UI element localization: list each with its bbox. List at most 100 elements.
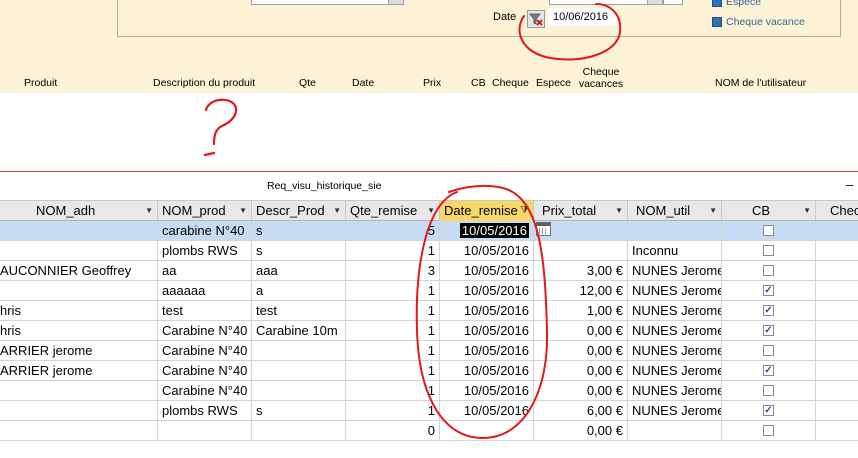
cell-cb[interactable] — [722, 261, 816, 280]
dropdown-arrow-icon[interactable]: ▼ — [333, 201, 341, 221]
cell-nom-prod[interactable]: Carabine N°40 — [158, 321, 252, 340]
checked-checkbox-icon[interactable]: ✓ — [763, 365, 774, 377]
cell-nom-util[interactable]: NUNES Jerome — [628, 381, 722, 400]
cell-qte[interactable]: 1 — [346, 401, 440, 420]
dropdown-arrow-icon[interactable]: ▼ — [239, 201, 247, 221]
cell-chq[interactable] — [816, 301, 858, 320]
cell-nom-prod[interactable]: test — [158, 301, 252, 320]
cell-chq[interactable] — [816, 401, 858, 420]
header-cb[interactable]: CB ▼ — [722, 201, 816, 221]
cell-date[interactable]: 10/05/2016 — [440, 241, 534, 260]
cell-descr[interactable] — [252, 421, 346, 440]
table-row[interactable]: ARRIER jerome Carabine N°40 1 10/05/2016 0,0… — [0, 341, 858, 361]
cell-nom-util[interactable]: NUNES Jerome — [628, 341, 722, 360]
table-row[interactable]: plombs RWS s 1 10/05/2016 Inconnu — [0, 241, 858, 261]
cell-prix[interactable] — [534, 241, 628, 260]
cell-prix[interactable]: 0,00 € — [534, 361, 628, 380]
cell-prix[interactable]: 1,00 € — [534, 301, 628, 320]
cell-date[interactable]: 10/05/2016 — [440, 401, 534, 420]
cell-cb[interactable]: ✓ — [722, 401, 816, 420]
cell-qte[interactable]: 1 — [346, 301, 440, 320]
cell-date[interactable]: 10/05/2016 — [440, 321, 534, 340]
cell-nom-util[interactable] — [628, 421, 722, 440]
cell-cb[interactable]: ✓ — [722, 321, 816, 340]
cell-prix[interactable]: 0,00 € — [534, 341, 628, 360]
cell-chq[interactable] — [816, 241, 858, 260]
cell-descr[interactable]: s — [252, 401, 346, 420]
cell-chq[interactable] — [816, 321, 858, 340]
checked-checkbox-icon[interactable]: ✓ — [763, 405, 774, 417]
cell-qte[interactable]: 1 — [346, 361, 440, 380]
cell-prix[interactable]: 0,00 € — [534, 321, 628, 340]
cell-descr[interactable]: Carabine 10m — [252, 321, 346, 340]
dropdown-arrow-icon[interactable]: ▼ — [145, 201, 153, 221]
table-row[interactable]: carabine N°40 s 5 10/05/2016 — [0, 221, 858, 241]
cell-qte[interactable]: 1 — [346, 241, 440, 260]
cell-nom-util[interactable]: Inconnu — [628, 241, 722, 260]
cell-descr[interactable] — [252, 361, 346, 380]
cell-nom-util[interactable]: NUNES Jerome — [628, 281, 722, 300]
cell-prix[interactable]: 0,00 € — [534, 381, 628, 400]
header-qte-remise[interactable]: Qte_remise ▼ — [346, 201, 440, 221]
cell-nom-adh[interactable] — [0, 281, 158, 300]
cell-chq[interactable] — [816, 381, 858, 400]
cell-nom-prod[interactable]: Carabine N°40 — [158, 361, 252, 380]
cell-nom-util[interactable]: NUNES Jerome — [628, 261, 722, 280]
cell-nom-adh[interactable]: hris — [0, 301, 158, 320]
checked-checkbox-icon[interactable]: ✓ — [763, 305, 774, 317]
header-descr-prod[interactable]: Descr_Prod ▼ — [252, 201, 346, 221]
cell-descr[interactable]: test — [252, 301, 346, 320]
table-row[interactable]: hris test test 1 10/05/2016 1,00 € NUNES Jerom… — [0, 301, 858, 321]
cell-cb[interactable]: ✓ — [722, 281, 816, 300]
table-row[interactable]: 0 0,00 € — [0, 421, 858, 441]
cell-nom-adh[interactable]: hris — [0, 321, 158, 340]
payment-option-espece[interactable]: Espece — [712, 0, 761, 8]
cell-nom-adh[interactable] — [0, 381, 158, 400]
cell-descr[interactable] — [252, 381, 346, 400]
filter-combo-2[interactable] — [549, 0, 663, 5]
filter-active-icon[interactable]: ⧩ — [520, 201, 529, 221]
checkbox-icon[interactable] — [763, 385, 774, 397]
cell-nom-util[interactable]: NUNES Jerome — [628, 401, 722, 420]
dropdown-arrow-icon[interactable]: ▼ — [427, 201, 435, 221]
cell-nom-adh[interactable]: AUCONNIER Geoffrey — [0, 261, 158, 280]
cell-descr[interactable]: a — [252, 281, 346, 300]
cell-nom-adh[interactable] — [0, 421, 158, 440]
cell-nom-util[interactable]: NUNES Jerome — [628, 301, 722, 320]
cell-date[interactable]: 10/05/2016 — [440, 341, 534, 360]
cell-qte[interactable]: 1 — [346, 341, 440, 360]
cell-cb[interactable] — [722, 221, 816, 240]
cell-nom-adh[interactable]: ARRIER jerome — [0, 341, 158, 360]
cell-nom-util[interactable] — [628, 221, 722, 240]
cell-nom-prod[interactable]: carabine N°40 — [158, 221, 252, 240]
table-row[interactable]: plombs RWS s 1 10/05/2016 6,00 € NUNES Jerome… — [0, 401, 858, 421]
payment-option-cheque-vacance[interactable]: Cheque vacance — [712, 16, 805, 28]
cell-chq[interactable] — [816, 361, 858, 380]
cell-chq[interactable] — [816, 281, 858, 300]
cell-prix[interactable]: 3,00 € — [534, 261, 628, 280]
cell-date[interactable]: 10/05/2016 — [440, 361, 534, 380]
cell-date[interactable]: 10/05/2016 — [440, 221, 534, 240]
table-row[interactable]: Carabine N°40 1 10/05/2016 0,00 € NUNES Jero… — [0, 381, 858, 401]
cell-descr[interactable]: s — [252, 241, 346, 260]
cell-nom-adh[interactable] — [0, 241, 158, 260]
cell-nom-prod[interactable]: Carabine N°40 — [158, 341, 252, 360]
checkbox-icon[interactable] — [763, 265, 774, 277]
cell-chq[interactable] — [816, 341, 858, 360]
filter-combo-1[interactable] — [251, 0, 404, 5]
cell-date[interactable]: 10/05/2016 — [440, 381, 534, 400]
table-row[interactable]: ARRIER jerome Carabine N°40 1 10/05/2016 0,0… — [0, 361, 858, 381]
cell-descr[interactable] — [252, 341, 346, 360]
cell-qte[interactable]: 5 — [346, 221, 440, 240]
header-nom-prod[interactable]: NOM_prod ▼ — [158, 201, 252, 221]
clear-filter-button[interactable] — [527, 10, 545, 28]
cell-chq[interactable] — [816, 421, 858, 440]
cell-nom-adh[interactable] — [0, 401, 158, 420]
header-date-remise[interactable]: Date_remise ⧩ — [440, 201, 534, 221]
cell-nom-prod[interactable]: aa — [158, 261, 252, 280]
cell-nom-util[interactable]: NUNES Jerome — [628, 361, 722, 380]
checkbox-icon[interactable] — [763, 225, 774, 237]
cell-cb[interactable] — [722, 381, 816, 400]
checkbox-icon[interactable] — [763, 345, 774, 357]
cell-qte[interactable]: 1 — [346, 321, 440, 340]
